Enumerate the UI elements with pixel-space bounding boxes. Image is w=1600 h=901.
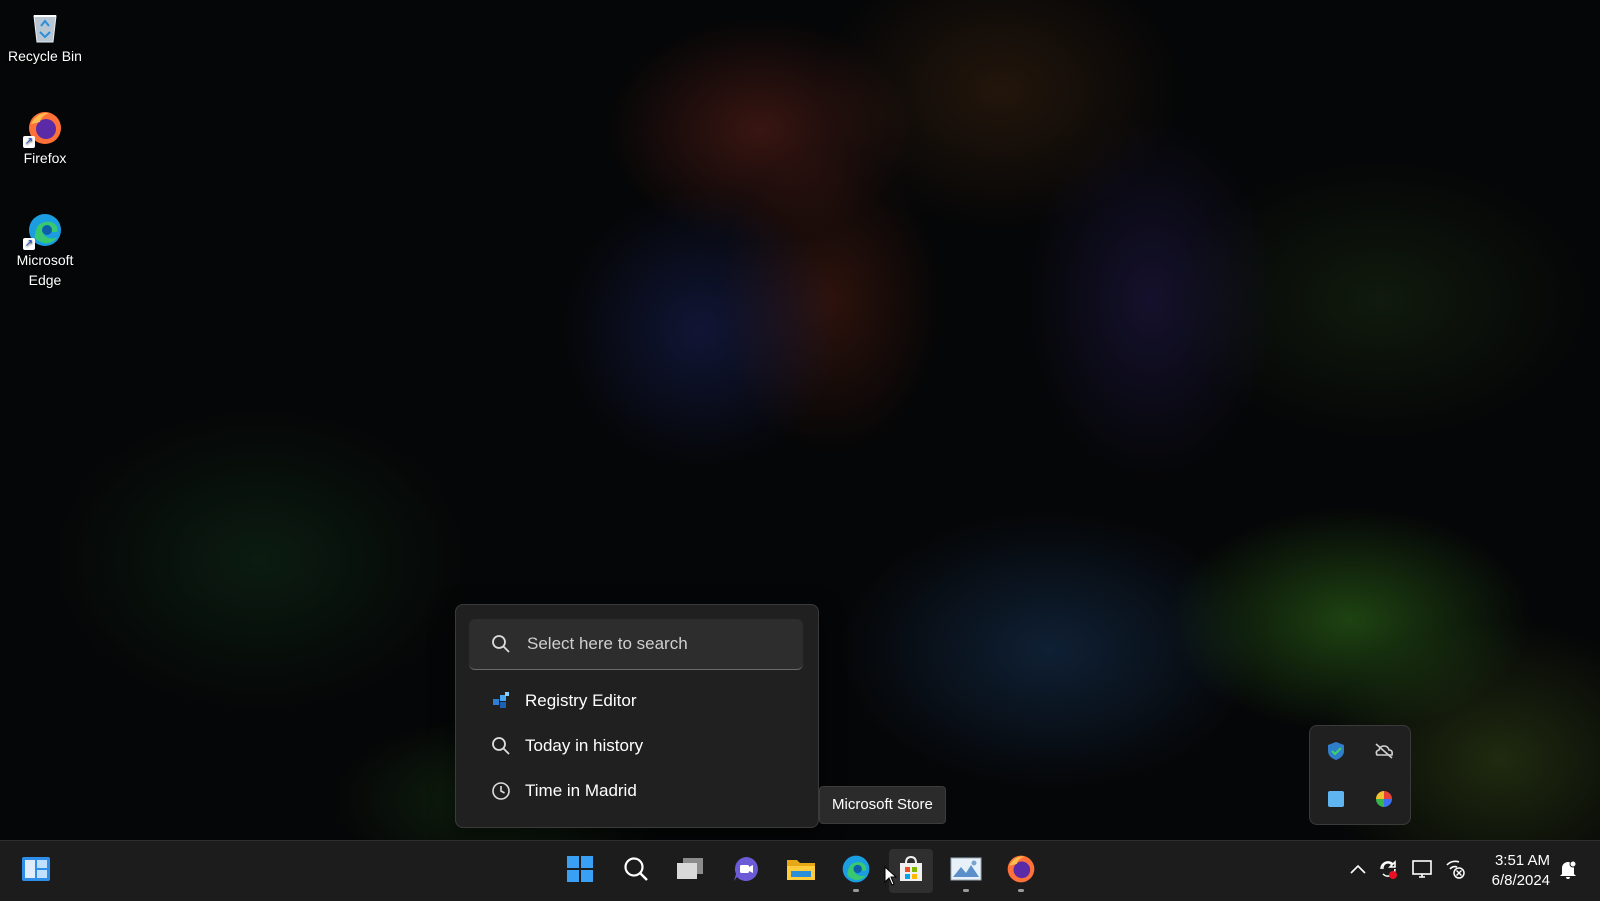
search-icon xyxy=(622,855,650,888)
search-icon xyxy=(491,736,511,756)
clock-icon xyxy=(491,781,511,801)
desktop-icon-label: Microsoft Edge xyxy=(16,252,74,288)
search-input[interactable] xyxy=(525,633,789,655)
taskbar-search-button[interactable] xyxy=(614,849,658,893)
edge-icon: ↗ xyxy=(23,212,63,250)
taskbar-firefox-button[interactable] xyxy=(999,849,1043,893)
taskbar-start-button[interactable] xyxy=(558,849,602,893)
firefox-icon xyxy=(1006,854,1036,889)
taskbar-edge-button[interactable] xyxy=(834,849,878,893)
search-result-registry-editor[interactable]: Registry Editor xyxy=(469,681,803,721)
taskbar-chat-button[interactable] xyxy=(724,849,768,893)
notification-center-button[interactable] xyxy=(1556,859,1580,883)
sync-error-icon xyxy=(1377,858,1399,885)
search-icon xyxy=(491,634,511,654)
edge-icon xyxy=(841,854,871,889)
result-label: Registry Editor xyxy=(525,691,637,710)
show-hidden-icons-button[interactable] xyxy=(1346,859,1370,883)
start-icon xyxy=(566,855,594,888)
tray-display-button[interactable] xyxy=(1410,859,1434,883)
chevron-up-icon xyxy=(1349,862,1367,880)
shortcut-arrow-icon: ↗ xyxy=(23,238,35,250)
clock-date: 6/8/2024 xyxy=(1491,872,1550,889)
taskbar-tooltip: Microsoft Store xyxy=(819,786,946,824)
desktop-icon-firefox[interactable]: ↗ Firefox xyxy=(0,102,90,168)
search-flyout: Registry Editor Today in history Time in… xyxy=(455,604,819,828)
taskbar: 3:51 AM 6/8/2024 xyxy=(0,840,1600,901)
windows-security-icon[interactable] xyxy=(1325,740,1347,762)
display-icon xyxy=(1411,858,1433,885)
taskbar-clock[interactable]: 3:51 AM 6/8/2024 xyxy=(1474,851,1550,891)
search-result-today-in-history[interactable]: Today in history xyxy=(469,726,803,766)
onedrive-offline-icon[interactable] xyxy=(1373,740,1395,762)
taskbar-widgets-button[interactable] xyxy=(14,849,58,893)
clock-time: 3:51 AM xyxy=(1494,852,1550,869)
search-result-time-in-madrid[interactable]: Time in Madrid xyxy=(469,771,803,811)
firefox-icon: ↗ xyxy=(23,110,63,148)
result-label: Today in history xyxy=(525,736,644,755)
file-explorer-icon xyxy=(785,855,817,888)
shortcut-arrow-icon: ↗ xyxy=(23,136,35,148)
desktop-icon-label: Recycle Bin xyxy=(8,48,82,64)
search-box[interactable] xyxy=(469,619,803,670)
desktop-icon-recycle-bin[interactable]: Recycle Bin xyxy=(0,0,90,66)
store-icon xyxy=(896,854,926,889)
photos-icon xyxy=(950,855,982,888)
blue-square-app-icon[interactable] xyxy=(1325,788,1347,810)
recycle-bin-icon xyxy=(27,8,63,44)
taskbar-task-view-button[interactable] xyxy=(668,849,712,893)
running-indicator xyxy=(963,889,969,892)
registry-editor-icon xyxy=(491,691,511,711)
notification-icon xyxy=(1557,858,1579,885)
running-indicator xyxy=(853,889,859,892)
result-label: Time in Madrid xyxy=(525,781,637,800)
tray-network-button[interactable] xyxy=(1443,859,1467,883)
desktop-icon-edge[interactable]: ↗ Microsoft Edge xyxy=(0,204,90,290)
taskbar-photos-button[interactable] xyxy=(944,849,988,893)
tray-sync-button[interactable] xyxy=(1376,859,1400,883)
desktop-icon-label: Firefox xyxy=(23,150,67,166)
running-indicator xyxy=(1018,889,1024,892)
mouse-cursor-icon xyxy=(884,865,898,886)
color-wheel-icon[interactable] xyxy=(1373,788,1395,810)
widgets-icon xyxy=(21,856,51,887)
network-icon xyxy=(1444,858,1466,885)
taskbar-file-explorer-button[interactable] xyxy=(779,849,823,893)
chat-icon xyxy=(731,854,761,889)
task-view-icon xyxy=(675,856,705,887)
tray-overflow-flyout xyxy=(1309,725,1411,825)
